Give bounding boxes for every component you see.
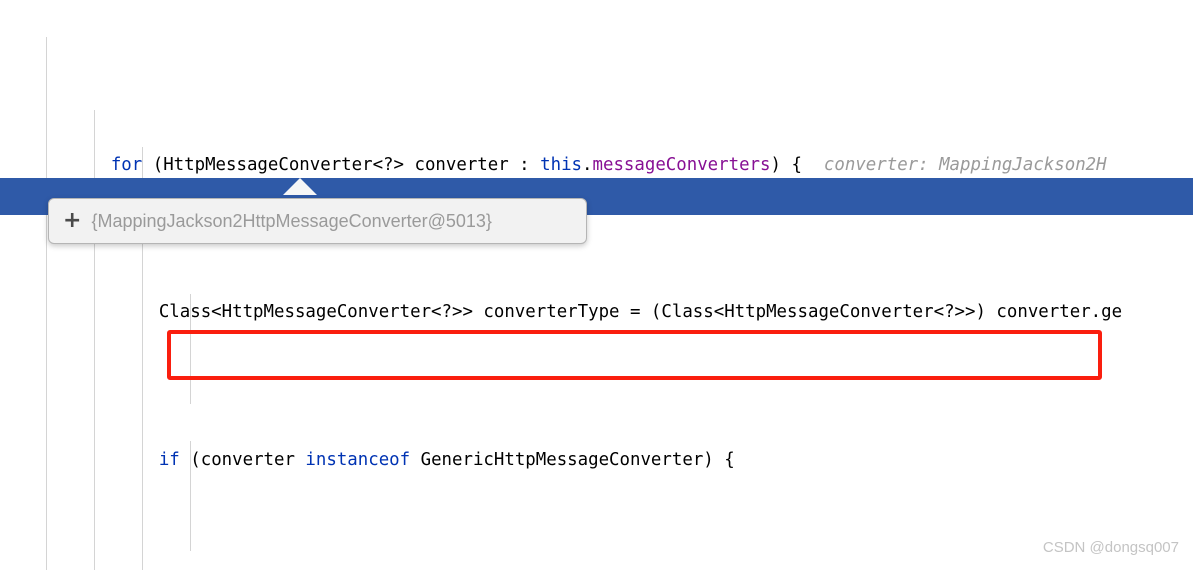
code-line[interactable]: for (HttpMessageConverter<?> converter :… <box>0 110 1193 175</box>
code-text-layer[interactable]: for (HttpMessageConverter<?> converter :… <box>0 0 1193 570</box>
code-line[interactable]: if (converter instanceof GenericHttpMess… <box>0 405 1193 470</box>
debugger-value-popup[interactable]: + {MappingJackson2HttpMessageConverter@5… <box>48 198 587 244</box>
popup-pointer-arrow <box>283 178 317 195</box>
watermark-label: CSDN @dongsq007 <box>1042 539 1179 556</box>
code-line-text: Class<HttpMessageConverter<?>> converter… <box>158 302 1123 323</box>
code-line[interactable]: Class<HttpMessageConverter<?>> converter… <box>0 258 1193 322</box>
debugger-value-text: {MappingJackson2HttpMessageConverter@501… <box>91 210 492 231</box>
code-line-text: if (converter instanceof GenericHttpMess… <box>158 449 735 470</box>
inline-hint: converter: MappingJackson2H <box>823 155 1107 176</box>
plus-icon[interactable]: + <box>63 210 81 232</box>
code-editor-viewport[interactable]: for (HttpMessageConverter<?> converter :… <box>0 0 1193 570</box>
code-line-text: for (HttpMessageConverter<?> converter :… <box>110 155 802 176</box>
code-line[interactable]: GenericHttpMessageConverter<?> genericCo… <box>0 552 1193 570</box>
